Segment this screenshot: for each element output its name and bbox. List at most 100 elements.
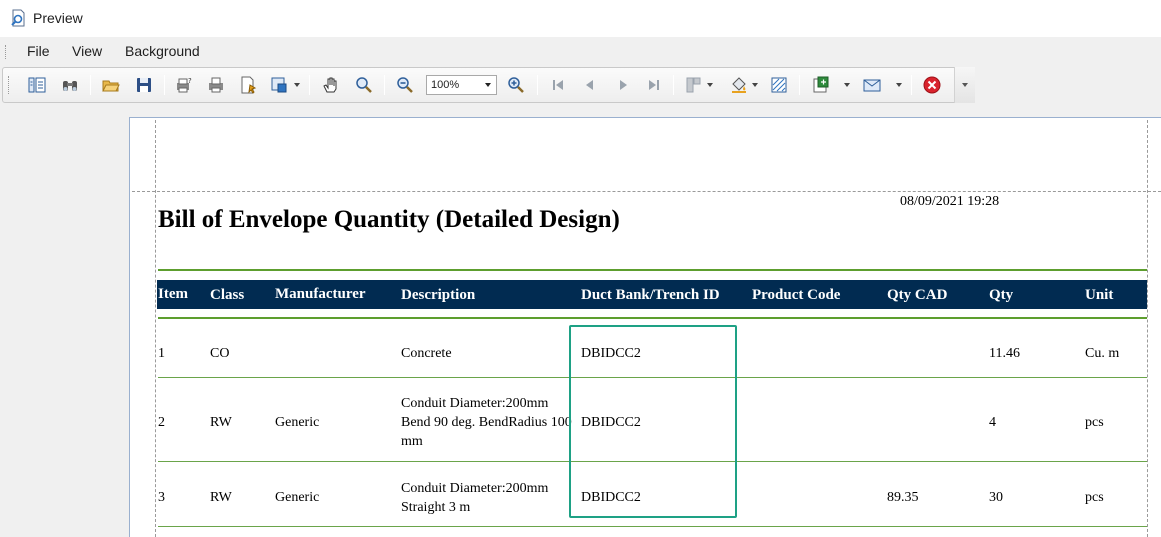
find-button[interactable] (59, 74, 81, 96)
scale-icon (271, 77, 287, 93)
chevron-down-icon (485, 83, 491, 87)
zoom-out-icon (397, 77, 413, 93)
table-cell-unit: pcs (1085, 415, 1104, 430)
first-page-button[interactable] (547, 74, 569, 96)
quick-print-icon (241, 76, 257, 94)
title-rule (158, 269, 1147, 271)
report-date: 08/09/2021 19:28 (900, 194, 1000, 209)
table-cell-class: RW (210, 415, 232, 430)
save-icon (137, 78, 151, 92)
multiple-pages-dropdown-arrow[interactable] (707, 83, 713, 87)
column-header-unit: Unit (1085, 287, 1114, 303)
toolbar-separator (164, 75, 165, 95)
toolbar-grip[interactable] (8, 76, 11, 94)
chevron-down-icon (962, 83, 968, 87)
column-header-duct-bank-id: Duct Bank/Trench ID (581, 287, 720, 303)
column-header-product-code: Product Code (752, 287, 841, 303)
export-button[interactable] (810, 74, 832, 96)
table-cell-qty: 4 (989, 415, 996, 430)
document-map-button[interactable] (26, 74, 48, 96)
scale-button[interactable] (268, 74, 290, 96)
table-cell-class: CO (210, 346, 230, 361)
magnifier-button[interactable] (353, 74, 375, 96)
table-cell-qty: 30 (989, 490, 1003, 505)
next-page-button[interactable] (612, 74, 634, 96)
table-cell-item: 2 (158, 415, 165, 430)
toolbar-separator (911, 75, 912, 95)
table-cell-description: Conduit Diameter:200mm Straight 3 m (401, 481, 549, 515)
margin-guide-top (132, 191, 1161, 192)
table-cell-unit: pcs (1085, 490, 1104, 505)
menu-file[interactable]: File (27, 43, 50, 59)
watermark-icon (771, 77, 787, 93)
menu-grip (5, 45, 8, 59)
save-button[interactable] (133, 74, 155, 96)
send-email-icon (863, 79, 881, 92)
menu-bar: File View Background (0, 37, 1161, 66)
preview-app-icon (9, 9, 27, 27)
send-email-dropdown-arrow[interactable] (896, 83, 902, 87)
table-header: Item Class Manufacturer Description Duct… (157, 280, 1147, 309)
magnifier-icon (356, 77, 372, 93)
column-header-manufacturer: Manufacturer (275, 286, 366, 302)
zoom-select[interactable]: 100% (426, 75, 497, 95)
window-title: Preview (33, 10, 83, 26)
table-cell-manufacturer: Generic (275, 490, 320, 505)
zoom-out-button[interactable] (394, 74, 416, 96)
toolbar-separator (799, 75, 800, 95)
zoom-in-icon (508, 77, 524, 93)
table-cell-class: RW (210, 490, 232, 505)
zoom-value: 100% (431, 79, 460, 91)
close-preview-icon (923, 76, 941, 94)
toolbar-separator (309, 75, 310, 95)
toolbar-separator (384, 75, 385, 95)
page-setup-button[interactable]: ? (173, 74, 195, 96)
quick-print-button[interactable] (237, 74, 259, 96)
watermark-button[interactable] (768, 74, 790, 96)
table-cell-manufacturer: Generic (275, 415, 320, 430)
color-fill-button[interactable] (728, 74, 750, 96)
column-header-qty-cad: Qty CAD (887, 287, 948, 303)
page-setup-icon: ? (177, 77, 192, 93)
toolbar: ? 100% (2, 67, 975, 103)
print-icon (209, 77, 223, 93)
column-header-class: Class (210, 287, 245, 303)
multiple-pages-icon (686, 77, 701, 93)
hand-tool-button[interactable] (320, 74, 342, 96)
color-fill-dropdown-arrow[interactable] (752, 83, 758, 87)
export-dropdown-arrow[interactable] (844, 83, 850, 87)
table-cell-description: Conduit Diameter:200mm Bend 90 deg. Bend… (401, 396, 572, 449)
table-cell-item: 1 (158, 346, 165, 361)
duct-bank-id-highlight (569, 325, 737, 518)
column-header-description: Description (401, 287, 476, 303)
previous-page-button[interactable] (579, 74, 601, 96)
last-page-button[interactable] (643, 74, 665, 96)
send-email-button[interactable] (861, 74, 883, 96)
table-cell-unit: Cu. m (1085, 346, 1120, 361)
report-title: Bill of Envelope Quantity (Detailed Desi… (158, 206, 620, 233)
close-preview-button[interactable] (921, 74, 943, 96)
print-button[interactable] (205, 74, 227, 96)
menu-view[interactable]: View (72, 43, 102, 59)
margin-guide-left (155, 120, 156, 537)
header-rule (158, 317, 1147, 319)
open-icon (102, 80, 120, 92)
column-header-qty: Qty (989, 287, 1014, 303)
margin-guide-right (1147, 120, 1148, 537)
color-fill-icon (732, 77, 746, 93)
table-cell-item: 3 (158, 490, 165, 505)
scale-dropdown-arrow[interactable] (294, 83, 300, 87)
hand-tool-icon (323, 77, 337, 93)
table-cell-qty-cad: 89.35 (887, 490, 919, 505)
last-page-icon (649, 80, 659, 90)
document-map-icon (28, 77, 46, 93)
multiple-pages-button[interactable] (683, 74, 705, 96)
next-page-icon (620, 80, 627, 90)
row-divider (158, 526, 1147, 527)
zoom-in-button[interactable] (505, 74, 527, 96)
toolbar-separator (673, 75, 674, 95)
toolbar-overflow-button[interactable] (954, 67, 975, 103)
menu-background[interactable]: Background (125, 43, 200, 59)
open-button[interactable] (100, 74, 122, 96)
column-header-item: Item (158, 286, 188, 302)
